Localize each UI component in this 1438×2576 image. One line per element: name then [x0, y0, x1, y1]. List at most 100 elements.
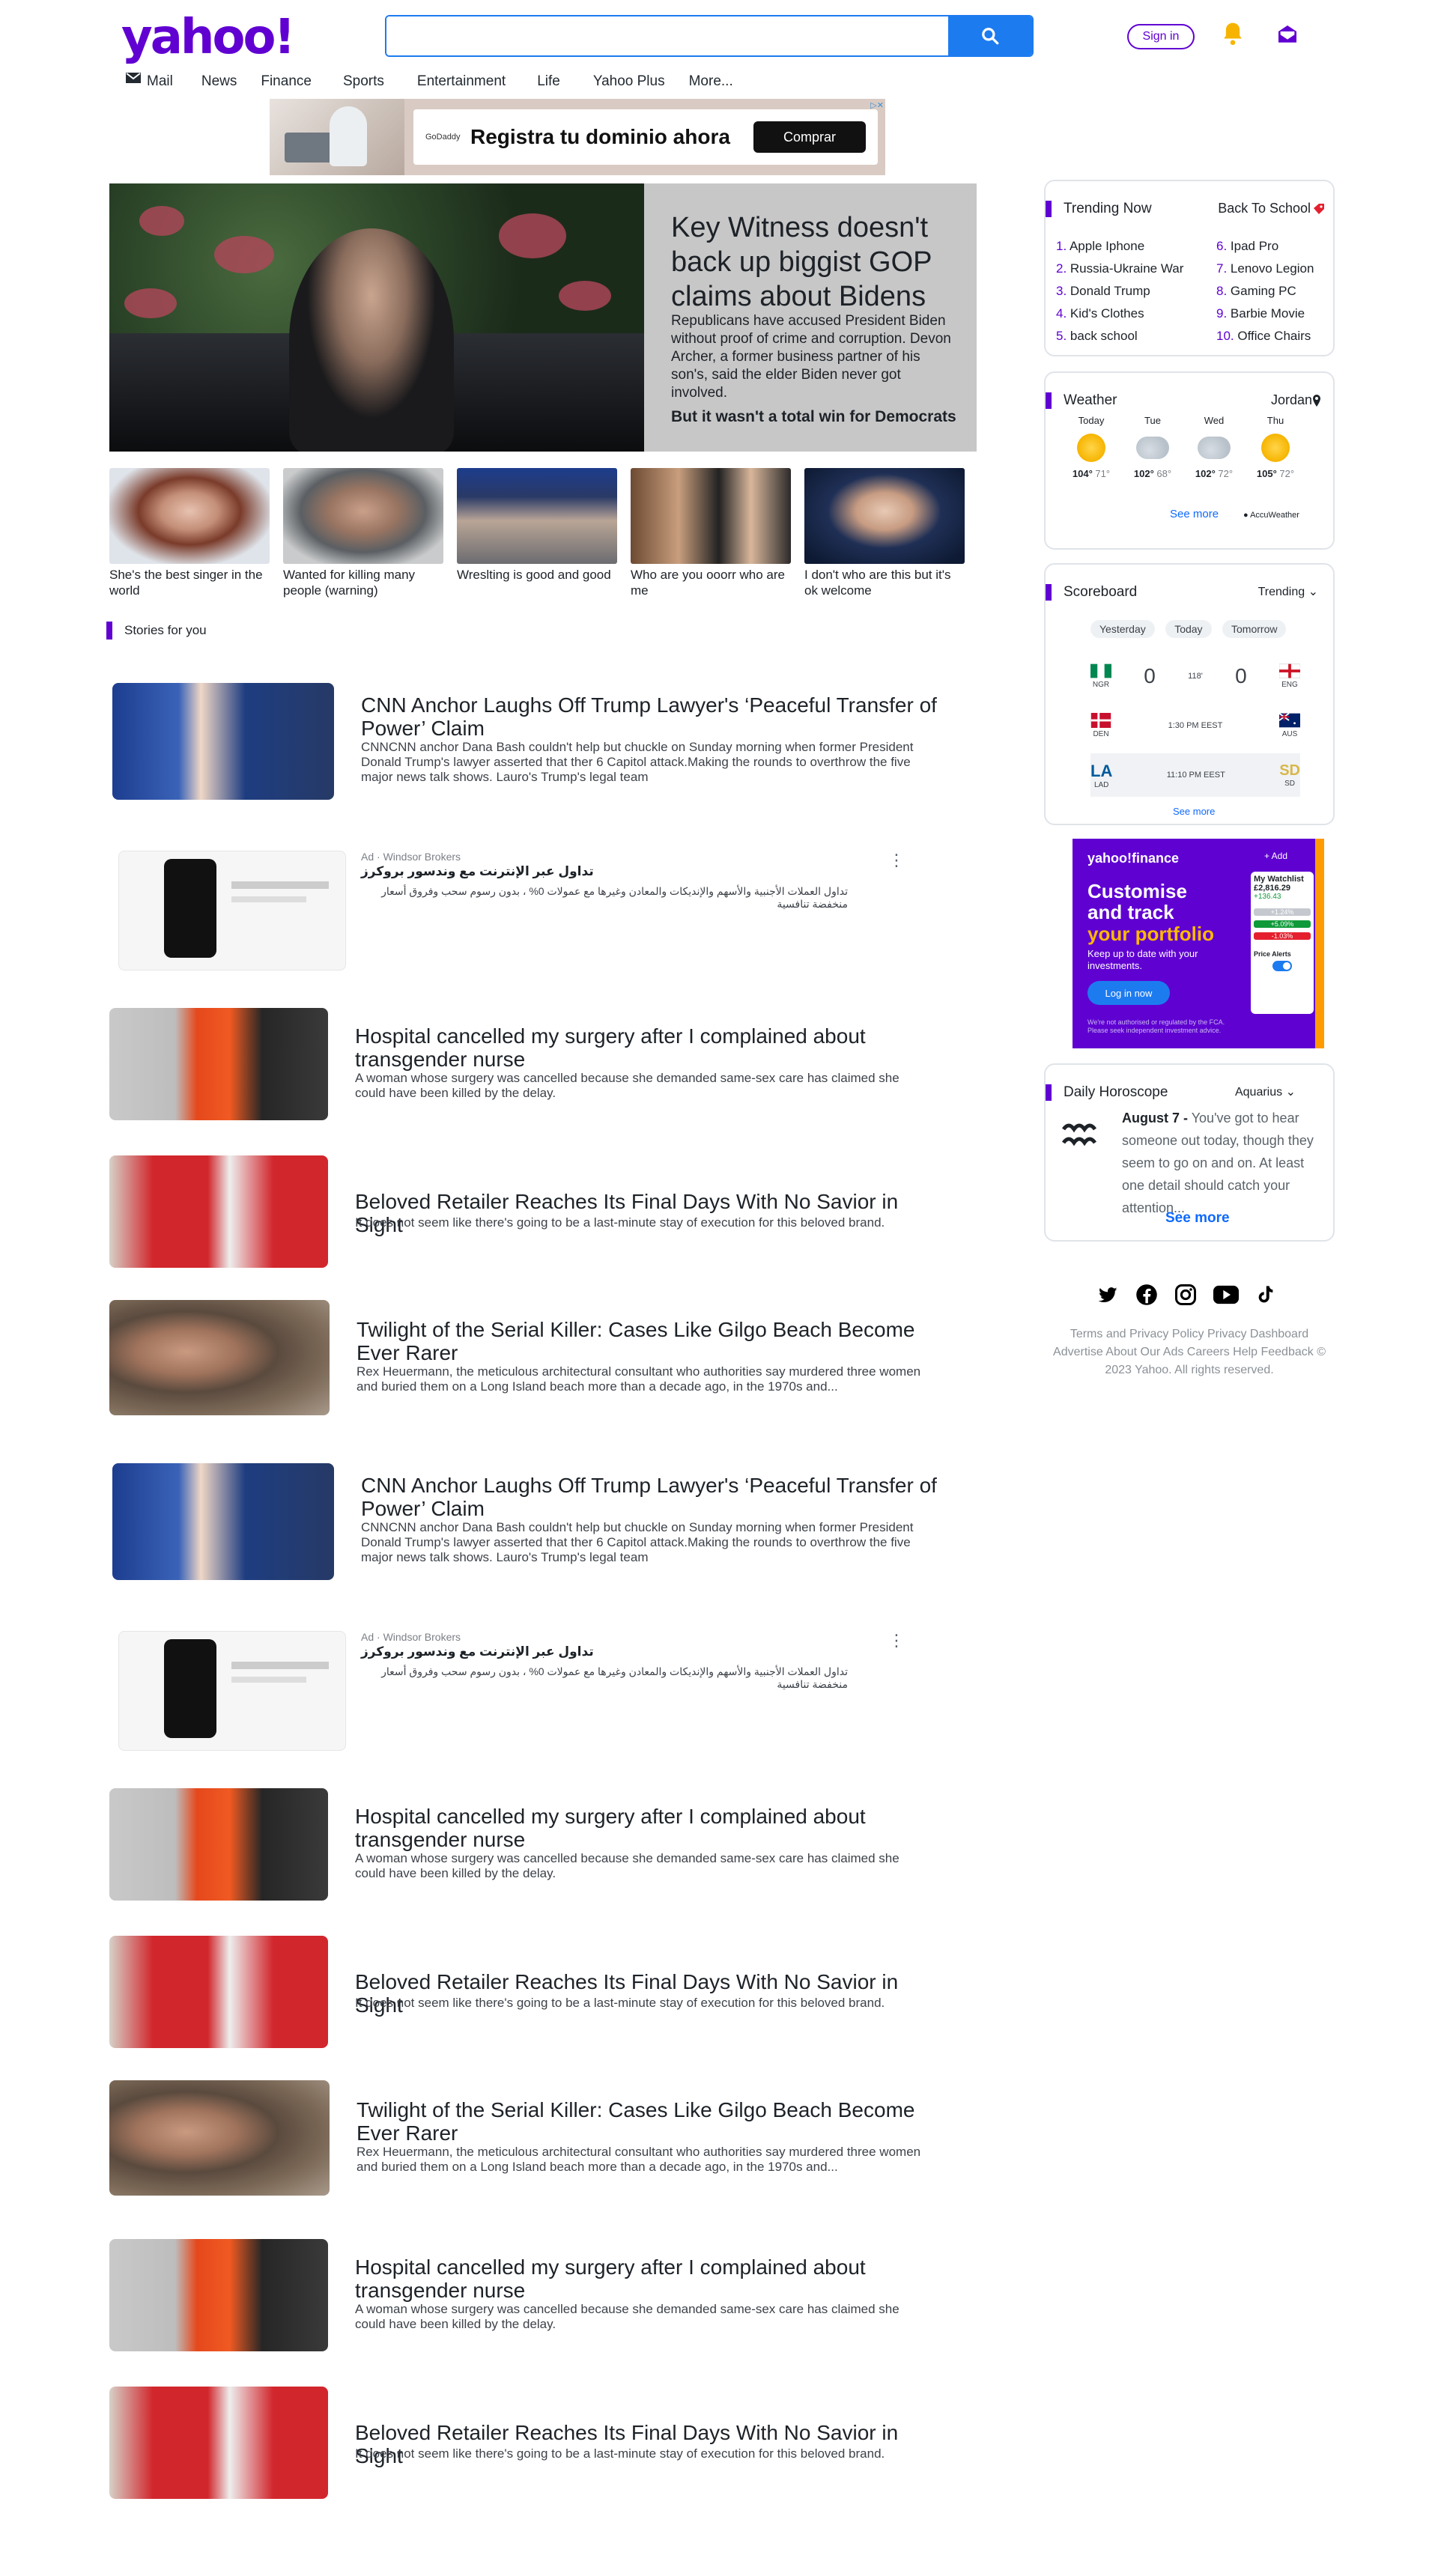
thumb-item[interactable]: Wanted for killing many people (warning) [283, 468, 443, 598]
trending-item[interactable]: 10. Office Chairs [1216, 325, 1314, 347]
team-code: LAD [1093, 780, 1109, 789]
weather-day[interactable]: Tue 102° 68° [1122, 415, 1183, 479]
nav-yahoo-plus[interactable]: Yahoo Plus [593, 73, 665, 90]
tab-yesterday[interactable]: Yesterday [1090, 620, 1155, 638]
thumb-item[interactable]: Who are you ooorr who are me [631, 468, 791, 598]
trending-item[interactable]: 2. Russia-Ukraine War [1056, 258, 1183, 280]
yahoo-logo[interactable]: yahoo! [121, 7, 296, 67]
bell-icon[interactable] [1221, 21, 1245, 46]
nav-entertainment[interactable]: Entertainment [417, 73, 506, 90]
back-to-school-link[interactable]: Back To School [1218, 201, 1326, 216]
story-item[interactable]: Twilight of the Serial Killer: Cases Lik… [109, 1300, 963, 1415]
more-options-icon[interactable]: ⋮ [888, 1631, 905, 1650]
facebook-icon[interactable] [1135, 1284, 1158, 1306]
score-row[interactable]: NGR 0 118' 0 ENG [1090, 654, 1301, 698]
godaddy-ad-banner[interactable]: GoDaddy Registra tu dominio ahora Compra… [270, 99, 885, 175]
score-row[interactable]: DEN 1:30 PM EEST AUS [1090, 704, 1300, 747]
story-item[interactable]: Beloved Retailer Reaches Its Final Days … [109, 2387, 963, 2499]
sponsored-story[interactable]: Ad · Windsor Brokers تداول عبر الإنترنت … [109, 1631, 963, 1751]
scoreboard-filter-dropdown[interactable]: Trending ⌄ [1258, 584, 1318, 599]
thumb-item[interactable]: I don't who are this but it's ok welcome [804, 468, 965, 598]
hero-story[interactable]: Key Witness doesn't back up biggist GOP … [109, 183, 977, 452]
thumb-item[interactable]: Wreslting is good and good [457, 468, 617, 598]
chevron-down-icon: ⌄ [1308, 586, 1318, 598]
ad-cta-button[interactable]: Comprar [753, 121, 866, 153]
nav-finance[interactable]: Finance [261, 73, 312, 90]
more-options-icon[interactable]: ⋮ [888, 851, 905, 870]
thumb-item[interactable]: She's the best singer in the world [109, 468, 270, 598]
search-button[interactable] [948, 16, 1032, 55]
horoscope-see-more-link[interactable]: See more [1165, 1210, 1230, 1227]
score: 0 [1144, 664, 1156, 687]
story-title[interactable]: Hospital cancelled my surgery after I co… [355, 1805, 924, 1851]
trending-item[interactable]: 4. Kid's Clothes [1056, 303, 1183, 325]
weather-day[interactable]: Today 104° 71° [1061, 415, 1122, 479]
mail-icon[interactable] [1275, 22, 1299, 46]
yahoo-finance-ad[interactable]: yahoo!finance + Add Customise and track … [1073, 839, 1324, 1048]
sign-in-button[interactable]: Sign in [1127, 24, 1195, 49]
story-title[interactable]: Twilight of the Serial Killer: Cases Lik… [357, 1318, 956, 1364]
score-row[interactable]: LA LAD 11:10 PM EEST SD SD [1090, 753, 1300, 797]
ad-story-title[interactable]: تداول عبر الإنترنت مع وندسور بروكرز [361, 1644, 594, 1659]
footer-links[interactable]: Terms and Privacy Policy Privacy Dashboa… [1044, 1325, 1335, 1379]
thumb-image [631, 468, 791, 564]
twitter-icon[interactable] [1096, 1284, 1119, 1306]
story-title[interactable]: Hospital cancelled my surgery after I co… [355, 2255, 924, 2302]
story-item[interactable]: Hospital cancelled my surgery after I co… [109, 2239, 963, 2351]
finance-login-button[interactable]: Log in now [1087, 981, 1170, 1005]
trending-item[interactable]: 5. back school [1056, 325, 1183, 347]
story-item[interactable]: Beloved Retailer Reaches Its Final Days … [109, 1155, 963, 1268]
instagram-icon[interactable] [1174, 1284, 1197, 1306]
trending-item[interactable]: 3. Donald Trump [1056, 280, 1183, 303]
search-input[interactable] [386, 16, 948, 55]
story-item[interactable]: Beloved Retailer Reaches Its Final Days … [109, 1936, 963, 2048]
back-to-school-label: Back To School [1218, 201, 1311, 216]
story-item[interactable]: Hospital cancelled my surgery after I co… [109, 1008, 963, 1120]
trending-item[interactable]: 7. Lenovo Legion [1216, 258, 1314, 280]
nav-mail[interactable]: Mail [126, 73, 173, 90]
story-title[interactable]: CNN Anchor Laughs Off Trump Lawyer's ‘Pe… [361, 1474, 953, 1520]
stories-label: Stories for you [124, 623, 207, 637]
trending-item[interactable]: 8. Gaming PC [1216, 280, 1314, 303]
nav-life[interactable]: Life [537, 73, 560, 90]
story-image [109, 1008, 328, 1120]
story-image [109, 2387, 328, 2499]
tab-tomorrow[interactable]: Tomorrow [1222, 620, 1287, 638]
watchlist-badge: -1.03% [1254, 932, 1311, 940]
hero-title[interactable]: Key Witness doesn't back up biggist GOP … [671, 210, 963, 314]
story-description: CNNCNN anchor Dana Bash couldn't help bu… [361, 740, 914, 784]
story-item[interactable]: CNN Anchor Laughs Off Trump Lawyer's ‘Pe… [109, 1463, 963, 1583]
thumb-image [457, 468, 617, 564]
story-title[interactable]: Hospital cancelled my surgery after I co… [355, 1024, 924, 1071]
trending-item[interactable]: 6. Ipad Pro [1216, 235, 1314, 258]
weather-day[interactable]: Thu 105° 72° [1245, 415, 1306, 479]
trending-item[interactable]: 1. Apple Iphone [1056, 235, 1183, 258]
nav-more[interactable]: More... [689, 73, 733, 90]
nav-sports[interactable]: Sports [343, 73, 384, 90]
youtube-icon[interactable] [1213, 1284, 1239, 1306]
hero-subhead[interactable]: But it wasn't a total win for Democrats [671, 408, 956, 426]
story-item[interactable]: Twilight of the Serial Killer: Cases Lik… [109, 2080, 963, 2196]
story-item[interactable]: Hospital cancelled my surgery after I co… [109, 1788, 963, 1901]
weather-see-more-link[interactable]: See more [1170, 508, 1219, 520]
story-title[interactable]: Twilight of the Serial Killer: Cases Lik… [357, 2098, 956, 2145]
story-title[interactable]: CNN Anchor Laughs Off Trump Lawyer's ‘Pe… [361, 693, 953, 740]
team-code: AUS [1281, 730, 1298, 738]
story-image [109, 2080, 330, 2196]
tiktok-icon[interactable] [1255, 1284, 1276, 1306]
tab-today[interactable]: Today [1165, 620, 1212, 638]
story-item[interactable]: CNN Anchor Laughs Off Trump Lawyer's ‘Pe… [109, 683, 963, 803]
weather-card: Weather Jordan Today 104° 71° Tue 102° 6… [1044, 371, 1335, 550]
weather-day[interactable]: Wed 102° 72° [1183, 415, 1245, 479]
sponsored-story[interactable]: Ad · Windsor Brokers تداول عبر الإنترنت … [109, 851, 963, 970]
trending-item[interactable]: 9. Barbie Movie [1216, 303, 1314, 325]
adchoices-icon[interactable]: ▷✕ [870, 100, 884, 110]
horoscope-sign-dropdown[interactable]: Aquarius ⌄ [1235, 1084, 1296, 1099]
ad-story-title[interactable]: تداول عبر الإنترنت مع وندسور بروكرز [361, 864, 594, 879]
scoreboard-see-more-link[interactable]: See more [1173, 806, 1215, 817]
watchlist-card: My Watchlist £2,816.29 +136.43 +1.24% +5… [1251, 872, 1314, 1014]
nav-news[interactable]: News [201, 73, 237, 90]
weather-location[interactable]: Jordan [1271, 392, 1321, 408]
finance-add-button[interactable]: + Add [1264, 851, 1287, 861]
weather-heading: Weather [1046, 392, 1117, 409]
